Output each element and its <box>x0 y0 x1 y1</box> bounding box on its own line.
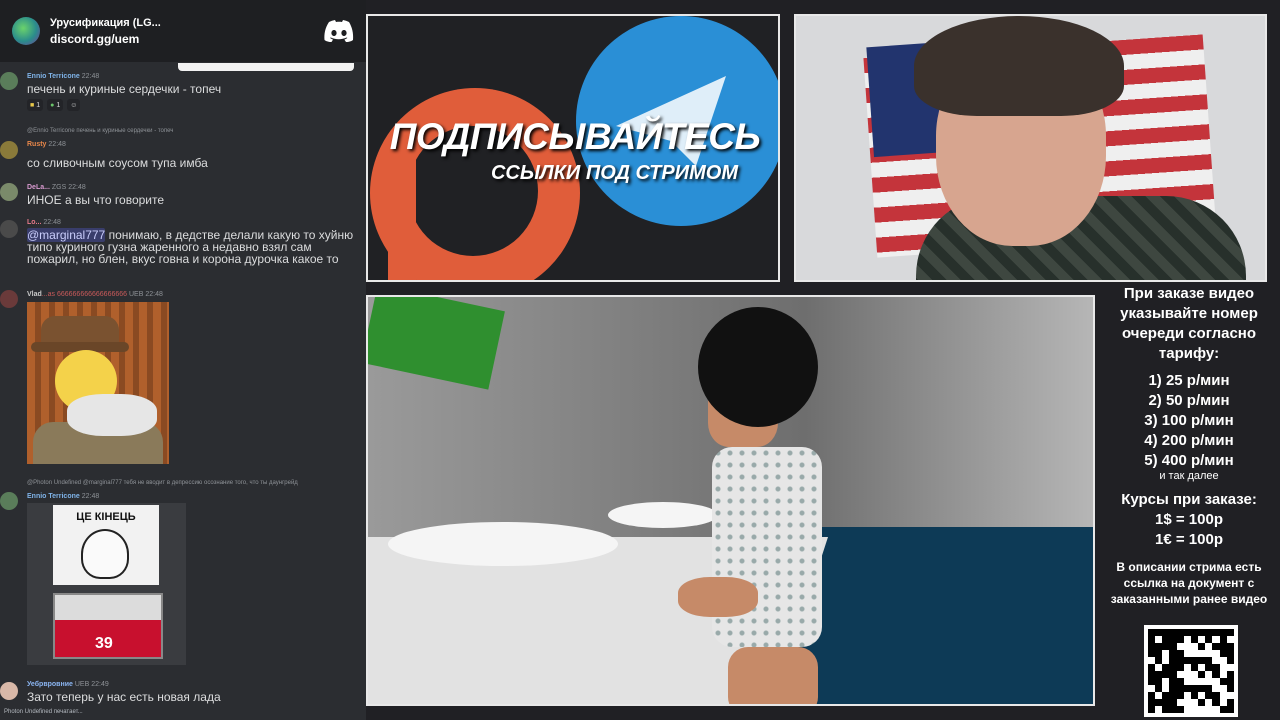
game-character <box>678 307 838 704</box>
username[interactable]: Ennio Terricone <box>27 493 80 500</box>
avatar <box>0 72 18 90</box>
username[interactable]: Уебрвровние <box>27 681 73 688</box>
avatar <box>0 290 18 308</box>
username[interactable]: Rusty <box>27 141 46 148</box>
timestamp: 22:48 <box>145 291 163 298</box>
emoji-icon: ● <box>50 101 55 109</box>
tariff-item: 1) 25 р/мин <box>1148 372 1230 389</box>
message-text: печень и куриные сердечки - топеч <box>27 82 222 96</box>
message-text: со сливочным соусом тупа имба <box>27 156 208 170</box>
reply-preview[interactable]: @Ennio Terricone печень и куриные сердеч… <box>27 128 173 134</box>
message-text: ИНОЕ а вы что говорите <box>27 193 165 207</box>
discord-icon <box>324 20 354 42</box>
stream-layout: Урусификация (LG... discord.gg/uem Ennio… <box>0 0 1280 720</box>
webcam-feed <box>794 14 1267 282</box>
avatar <box>0 682 18 700</box>
avatar <box>0 220 18 238</box>
timestamp: 22:48 <box>81 73 100 80</box>
order-intro: При заказе видео указывайте номер очеред… <box>1120 285 1258 362</box>
avatar <box>0 183 18 201</box>
tariff-item: 2) 50 р/мин <box>1148 392 1230 409</box>
add-reaction-button[interactable]: ☺ <box>67 99 81 111</box>
qr-code[interactable] <box>1144 625 1238 717</box>
reply-preview[interactable]: @Photon Undefined @marginal777 тебя не в… <box>27 480 298 486</box>
meme-image[interactable] <box>27 302 169 464</box>
timestamp: 22:48 <box>68 184 86 191</box>
promo-subtitle: ССЫЛКИ ПОД СТРИМОМ <box>490 162 738 184</box>
server-avatar <box>12 17 40 45</box>
reaction[interactable]: ■ 1 <box>27 99 44 111</box>
timestamp: 22:48 <box>43 219 61 226</box>
overlay-bar <box>178 63 354 71</box>
discord-chat-panel: Урусификация (LG... discord.gg/uem Ennio… <box>0 0 366 720</box>
timestamp: 22:48 <box>81 493 100 500</box>
server-name: Урусификация (LG... <box>50 17 161 29</box>
meme-number: 39 <box>95 635 113 652</box>
food-plate <box>388 522 618 566</box>
timestamp: 22:48 <box>48 141 66 148</box>
tariff-item: 4) 200 р/мин <box>1144 432 1234 449</box>
emoji-icon: ■ <box>30 101 35 109</box>
tariff-item: 3) 100 р/мин <box>1144 412 1234 429</box>
timestamp: 22:49 <box>91 681 109 688</box>
avatar <box>0 141 18 159</box>
username[interactable]: Ennio Terricone <box>27 73 80 80</box>
reaction[interactable]: ● 1 <box>47 99 64 111</box>
smile-icon: ☺ <box>70 101 78 109</box>
promo-title: ПОДПИСЫВАЙТЕСЬ <box>389 116 761 157</box>
avatar <box>0 492 18 510</box>
username[interactable]: Lo... <box>27 219 41 226</box>
typing-indicator: Photon Undefined печатает... <box>4 709 83 715</box>
promo-banner: ПОДПИСЫВАЙТЕСЬ ССЫЛКИ ПОД СТРИМОМ <box>366 14 780 282</box>
rate-item: 1€ = 100р <box>1155 531 1223 548</box>
stream-description-note: В описании стрима есть ссылка на докумен… <box>1110 560 1268 606</box>
message-text: @marginal777 понимаю, в дедстве делали к… <box>27 228 354 266</box>
tariff-etc: и так далее <box>1159 470 1219 482</box>
badge: UEB <box>129 291 144 298</box>
username[interactable]: DeLa... <box>27 184 50 191</box>
game-view <box>366 295 1095 706</box>
message-text: Зато теперь у нас есть новая лада <box>27 690 221 704</box>
tariff-item: 5) 400 р/мин <box>1144 452 1234 469</box>
order-info-panel: При заказе видео указывайте номер очеред… <box>1098 284 1280 720</box>
username[interactable]: Vlad <box>27 291 42 298</box>
rate-item: 1$ = 100р <box>1155 511 1223 528</box>
discord-server-banner[interactable]: Урусификация (LG... discord.gg/uem <box>0 0 366 62</box>
badge: UEB <box>74 681 90 688</box>
meme-image[interactable]: ЦЕ КІНЕЦЬ 39 <box>27 503 186 665</box>
invite-link[interactable]: discord.gg/uem <box>50 31 324 47</box>
rates-title: Курсы при заказе: <box>1121 491 1257 508</box>
meme-caption: ЦЕ КІНЕЦЬ <box>76 511 136 523</box>
badge: ZGS <box>51 184 67 191</box>
